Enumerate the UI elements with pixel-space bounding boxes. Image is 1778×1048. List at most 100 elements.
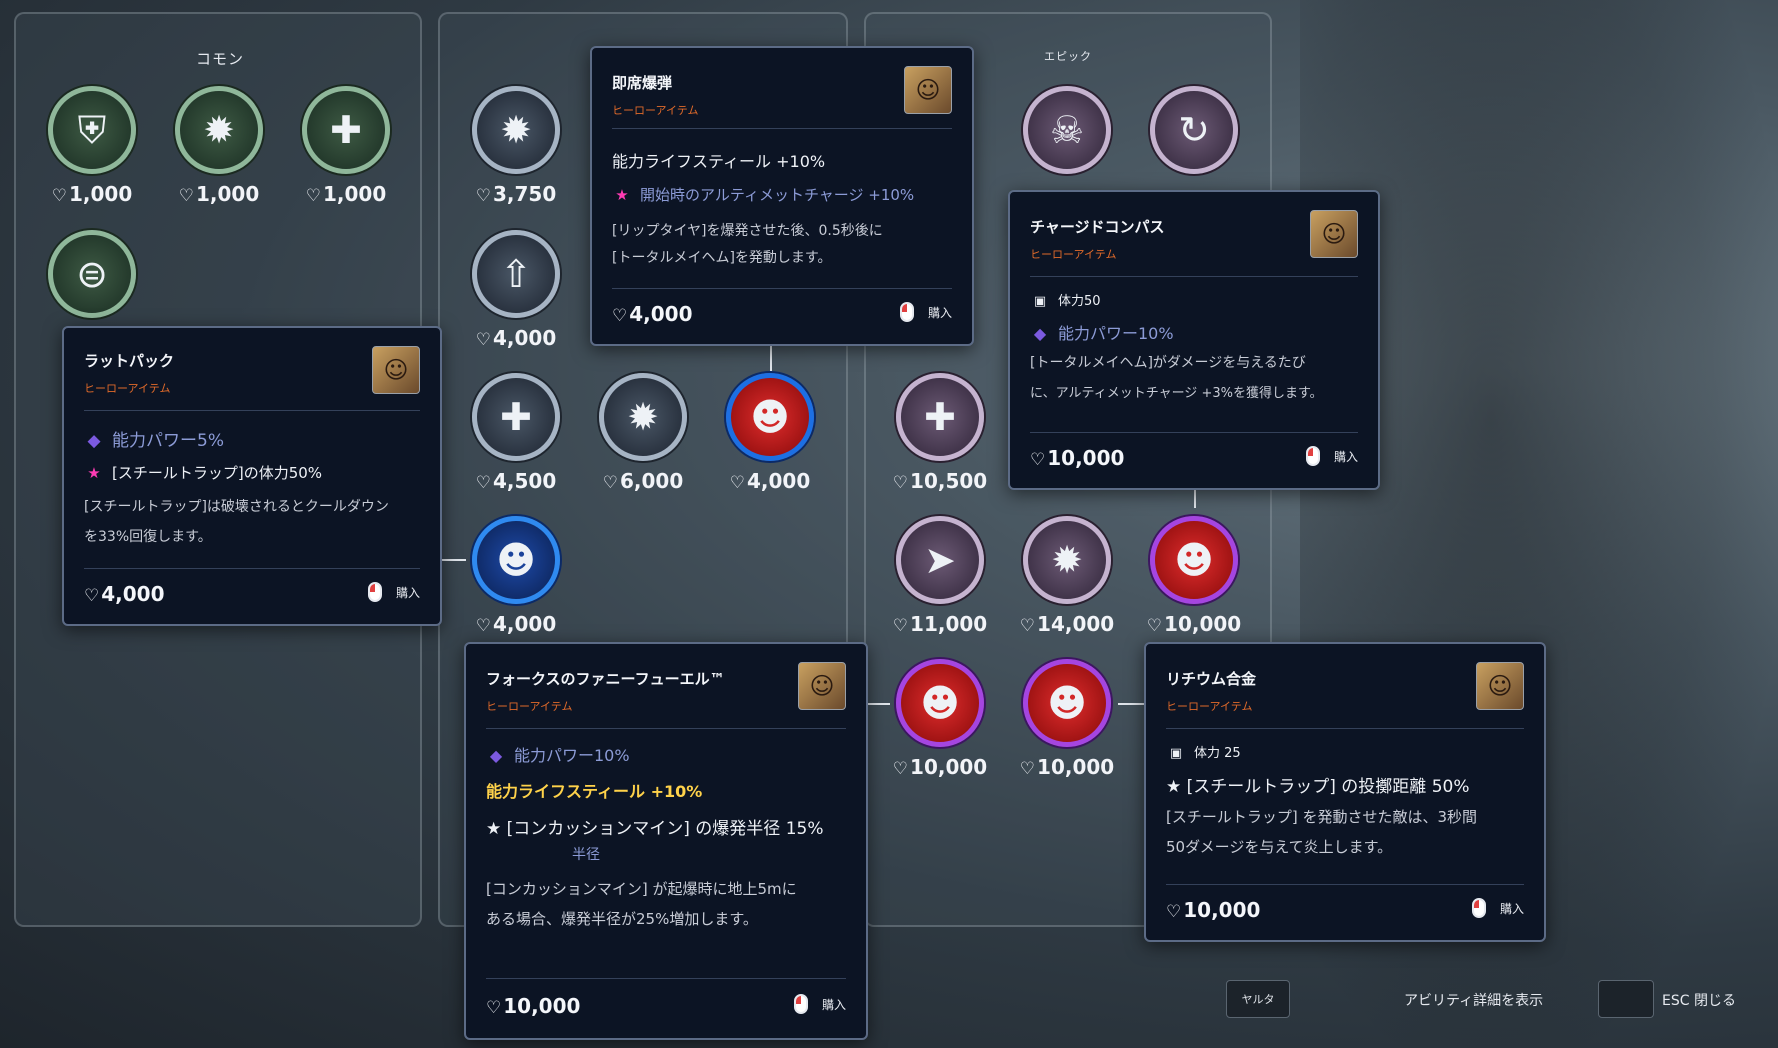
divider	[486, 978, 846, 979]
item-orb[interactable]: ✚	[302, 86, 390, 174]
item-price: ♡ 1,000	[178, 182, 260, 206]
mask-icon: ☠	[1049, 108, 1085, 152]
stat-line: 能力ライフスティール +10%	[612, 152, 826, 171]
hero-portrait-icon: ☻	[496, 538, 536, 582]
item-price: ♡ 1,000	[51, 182, 133, 206]
network-plus-icon: ✚	[924, 395, 956, 439]
item-description: [リップタイヤ]を爆発させた後、0.5秒後に	[612, 223, 883, 239]
item-price: ♡ 4,000	[475, 326, 557, 350]
speed-icon: ➤	[924, 538, 956, 582]
gem-icon: ♡	[475, 330, 491, 350]
item-orb[interactable]: ☻	[1150, 516, 1238, 604]
item-orb[interactable]: ↻	[1150, 86, 1238, 174]
item-orb[interactable]: ⇧	[472, 230, 560, 318]
gem-icon: ♡	[475, 186, 491, 206]
divider	[612, 128, 952, 129]
item-slot[interactable]: ✹ ♡ 14,000	[1007, 516, 1127, 666]
divider	[486, 728, 846, 729]
item-orb[interactable]: ⊜	[48, 230, 136, 318]
item-name: チャージドコンパス	[1030, 218, 1165, 236]
stat-line: ★ [スチールトラップ]の体力50%	[84, 462, 420, 483]
divider	[1166, 728, 1524, 729]
gem-icon: ♡	[1030, 450, 1046, 470]
item-orb[interactable]: ✹	[1023, 516, 1111, 604]
stat-line: ◆ 能力パワー10%	[486, 742, 846, 766]
column-title-common: コモン	[196, 50, 245, 68]
power-icon: ◆	[489, 746, 503, 765]
item-orb[interactable]: ✚	[472, 373, 560, 461]
item-description: [トータルメイヘム]がダメージを与えるたび	[1030, 355, 1306, 371]
shield-icon: ⛨	[77, 108, 107, 152]
burst-icon: ✹	[203, 108, 235, 152]
item-price: ♡ 4,500	[475, 469, 557, 493]
item-price: ♡ 4,000	[729, 469, 811, 493]
buy-button[interactable]: 購入	[793, 994, 846, 1014]
star-icon: ★	[87, 464, 101, 482]
item-slot[interactable]: ☻ ♡ 4,000	[710, 373, 830, 523]
gem-icon: ♡	[305, 186, 321, 206]
item-slot[interactable]: ✹ ♡ 6,000	[583, 373, 703, 523]
mouse-icon	[793, 994, 808, 1014]
item-slot[interactable]: ☻ ♡ 10,000	[880, 659, 1000, 809]
item-description: 50ダメージを与えて炎上します。	[1166, 838, 1393, 856]
item-description: [スチールトラップ]は破壊されるとクールダウン	[84, 499, 389, 515]
item-orb[interactable]: ⛨	[48, 86, 136, 174]
connector-line	[1194, 488, 1196, 508]
item-cost: ♡ 4,000	[84, 582, 165, 606]
item-orb[interactable]: ✹	[599, 373, 687, 461]
hero-portrait-icon: ☻	[920, 681, 960, 725]
item-orb[interactable]: ✹	[472, 86, 560, 174]
heal-plus-icon: ✚	[330, 108, 362, 152]
gem-icon: ♡	[84, 586, 100, 606]
item-price: ♡ 10,000	[892, 755, 988, 779]
item-slot[interactable]: ☻ ♡ 10,000	[1007, 659, 1127, 809]
item-orb[interactable]: ☻	[472, 516, 560, 604]
burst-icon: ✹	[1051, 538, 1083, 582]
item-cost: ♡ 4,000	[612, 302, 693, 326]
item-slot[interactable]: ➤ ♡ 11,000	[880, 516, 1000, 666]
key-hint-button[interactable]: ヤルタ	[1226, 980, 1290, 1018]
esc-key-icon[interactable]	[1598, 980, 1654, 1018]
item-cost: ♡ 10,000	[1030, 446, 1125, 470]
item-slot[interactable]: ✚ ♡ 1,000	[286, 86, 406, 236]
buy-button[interactable]: 購入	[1305, 446, 1358, 466]
item-description: [コンカッションマイン] が起爆時に地上5mに	[486, 880, 797, 898]
item-orb[interactable]: ➤	[896, 516, 984, 604]
item-orb[interactable]: ✚	[896, 373, 984, 461]
stat-line: 能力ライフスティール +10%	[486, 782, 703, 801]
item-orb[interactable]: ☠	[1023, 86, 1111, 174]
show-ability-details-hint[interactable]: アビリティ詳細を表示	[1404, 990, 1543, 1010]
item-slot[interactable]: ✚ ♡ 4,500	[456, 373, 576, 523]
item-cost: ♡ 10,000	[1166, 898, 1261, 922]
item-slot[interactable]: ✹ ♡ 1,000	[159, 86, 279, 236]
hero-portrait-icon: ☺	[798, 662, 846, 710]
item-slot[interactable]: ⛨ ♡ 1,000	[32, 86, 152, 236]
item-orb[interactable]: ☻	[1023, 659, 1111, 747]
buy-button[interactable]: 購入	[1471, 898, 1524, 918]
buy-button[interactable]: 購入	[367, 582, 420, 602]
item-slot[interactable]: ✹ ♡ 3,750	[456, 86, 576, 236]
item-type: ヒーローアイテム	[612, 104, 699, 117]
burst-icon: ✹	[627, 395, 659, 439]
item-name: フォークスのファニーフューエル™	[486, 670, 725, 688]
gem-icon: ♡	[51, 186, 67, 206]
item-slot[interactable]: ⇧ ♡ 4,000	[456, 230, 576, 380]
item-price: ♡ 10,000	[1146, 612, 1242, 636]
connector-line	[770, 345, 772, 371]
cooldown-icon: ⊜	[76, 252, 108, 296]
buy-button[interactable]: 購入	[899, 302, 952, 322]
item-orb[interactable]: ☻	[896, 659, 984, 747]
item-slot[interactable]: ✚ ♡ 10,500	[880, 373, 1000, 523]
item-description: [トータルメイヘム]を発動します。	[612, 250, 832, 266]
item-type: ヒーローアイテム	[1030, 248, 1117, 261]
item-type: ヒーローアイテム	[486, 700, 573, 713]
item-price: ♡ 10,500	[892, 469, 988, 493]
gem-icon: ♡	[602, 473, 618, 493]
item-orb[interactable]: ☻	[726, 373, 814, 461]
close-hint[interactable]: ESC 閉じる	[1662, 990, 1736, 1010]
item-description: ある場合、爆発半径が25%増加します。	[486, 910, 758, 928]
power-icon: ◆	[87, 431, 101, 451]
gem-icon: ♡	[1019, 616, 1036, 636]
item-orb[interactable]: ✹	[175, 86, 263, 174]
item-type: ヒーローアイテム	[84, 382, 171, 395]
